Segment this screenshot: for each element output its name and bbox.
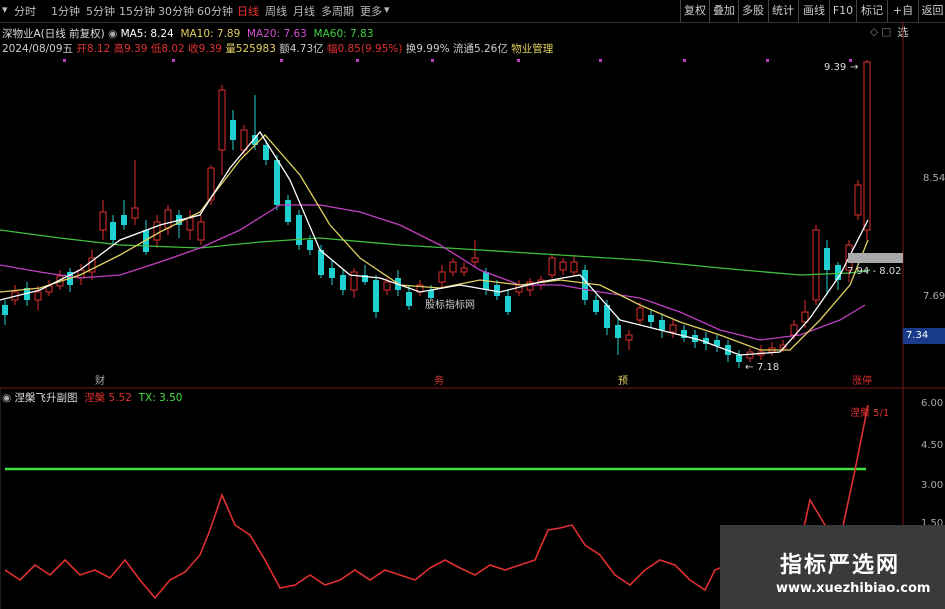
ma20-line xyxy=(0,204,866,341)
candle-body xyxy=(659,320,665,330)
ind-axis-3: 3.00 xyxy=(921,480,944,491)
candle-body xyxy=(197,221,205,241)
candle-body xyxy=(854,184,862,216)
watermark-url: www.xuezhibiao.com xyxy=(776,581,931,596)
candle-body xyxy=(131,207,139,219)
candle-body xyxy=(615,325,621,338)
candle-body xyxy=(559,261,567,271)
event-marker-finance[interactable]: 财 xyxy=(95,372,105,387)
event-marker-limit-up[interactable]: 涨停 xyxy=(852,372,872,387)
candle-body xyxy=(593,300,599,312)
candle-body xyxy=(285,200,291,222)
candle-body xyxy=(296,215,302,245)
indicator-series1-value: 5.52 xyxy=(108,392,132,404)
indicator-series2-value: 3.50 xyxy=(159,392,183,404)
indicator-series2-label: TX: xyxy=(138,392,156,404)
indicator-name: 涅槃飞升副图 xyxy=(14,392,78,404)
candle-body xyxy=(99,211,107,231)
candle-body xyxy=(863,61,871,231)
candle-body xyxy=(582,270,588,300)
highlight-bar xyxy=(848,253,903,263)
candle-body xyxy=(373,280,379,312)
indicator-tail-label: 涅槃 5/1 xyxy=(850,408,890,419)
candle-body xyxy=(218,89,226,151)
indicator-series1-label: 涅槃 xyxy=(84,392,106,404)
candle-body xyxy=(406,292,412,306)
price-label-mid: 7.69 xyxy=(923,291,945,302)
arrow-icon: → xyxy=(850,62,859,73)
candle-body xyxy=(625,334,633,341)
candle-body xyxy=(318,250,324,275)
candle-body xyxy=(121,215,127,225)
candle-body xyxy=(110,222,116,240)
candle-body xyxy=(383,281,391,291)
candlesticks xyxy=(2,60,871,368)
candle-body xyxy=(240,129,248,151)
candle-body xyxy=(471,257,479,263)
candle-body xyxy=(164,209,172,229)
candle-body xyxy=(548,257,556,276)
price-label-high: 8.54 xyxy=(923,173,945,184)
candle-body xyxy=(505,296,511,312)
price-label-current: 7.34 xyxy=(906,330,929,341)
candle-body xyxy=(34,291,42,301)
candle-body xyxy=(736,355,742,362)
event-marker-forecast[interactable]: 预 xyxy=(618,372,628,387)
indicator-legend: ◉ 涅槃飞升副图 涅槃 5.52 TX: 3.50 xyxy=(2,390,183,405)
candle-body xyxy=(274,160,280,205)
candle-body xyxy=(570,261,578,273)
ind-axis-4-5: 4.50 xyxy=(921,440,944,451)
candle-body xyxy=(329,268,335,278)
candle-body xyxy=(515,284,523,293)
watermark-title: 指标严选网 xyxy=(780,553,901,578)
candle-body xyxy=(2,305,8,315)
peak-annotation: 9.39 xyxy=(824,62,847,73)
settings-icon[interactable]: ◉ xyxy=(2,392,15,404)
candle-body xyxy=(340,275,346,290)
date-markers xyxy=(63,59,852,62)
ma5-line xyxy=(0,130,869,356)
candle-body xyxy=(449,261,457,273)
candle-body xyxy=(438,271,446,283)
candle-body xyxy=(812,229,820,301)
candle-body xyxy=(824,248,830,270)
candle-body xyxy=(460,267,468,273)
center-watermark: 股标指标网 xyxy=(425,300,475,311)
candle-body xyxy=(648,315,654,322)
candle-body xyxy=(636,307,644,321)
candle-body xyxy=(230,120,236,140)
low-annotation: 7.18 xyxy=(757,362,780,373)
candle-body xyxy=(669,324,677,333)
candle-body xyxy=(263,145,269,160)
ind-axis-6: 6.00 xyxy=(921,398,944,409)
event-marker-business[interactable]: 务 xyxy=(434,372,444,387)
moving-averages xyxy=(0,130,871,356)
candle-body xyxy=(307,240,313,250)
candle-body xyxy=(186,217,194,231)
low-arrow-icon: ← xyxy=(745,362,754,373)
range-annotation: 7.94 - 8.02 xyxy=(847,266,902,277)
